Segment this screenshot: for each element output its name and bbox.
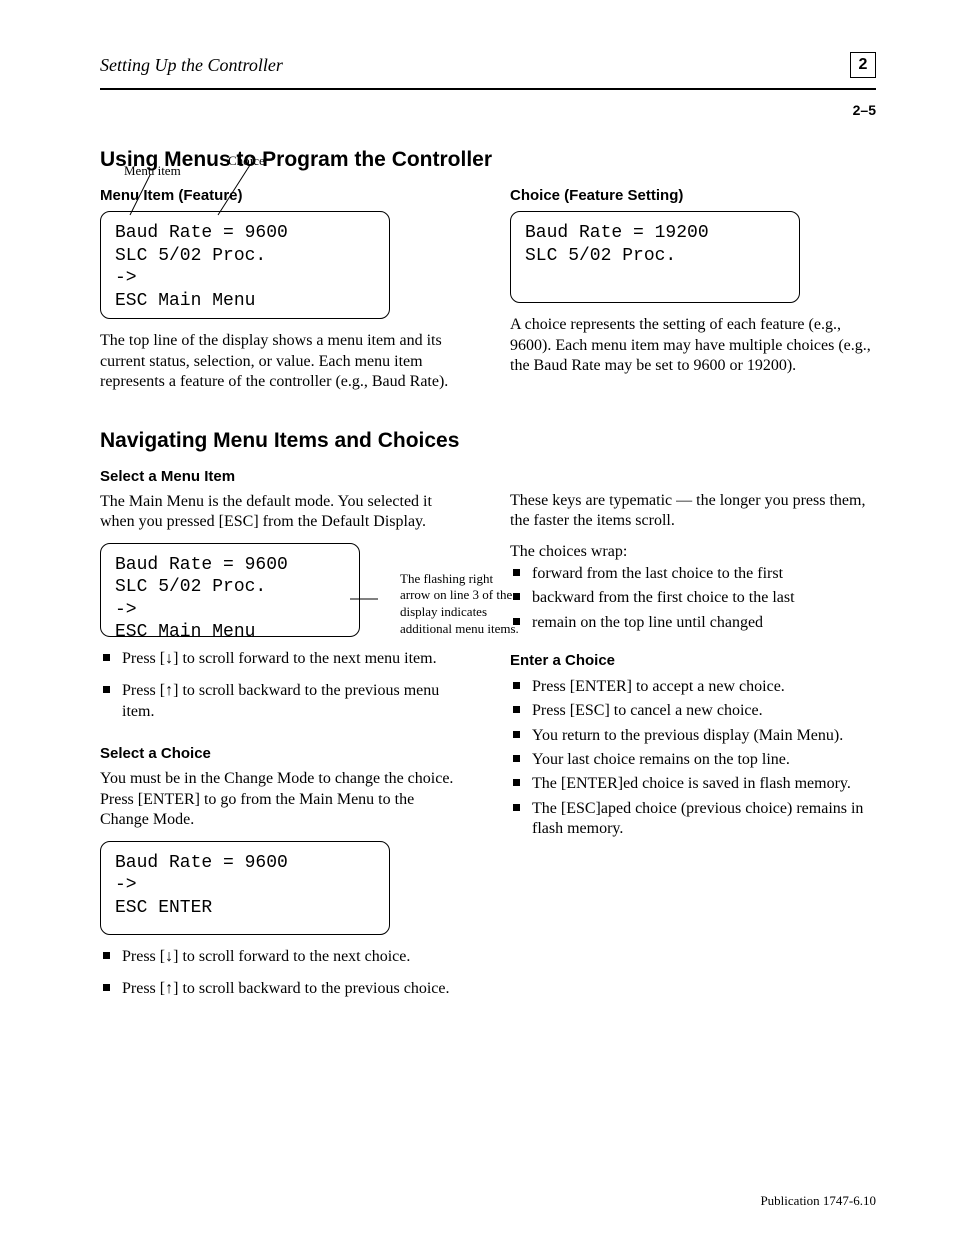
para-choice: A choice represents the setting of each … bbox=[510, 315, 876, 376]
list-item: Press [↑] to scroll backward to the prev… bbox=[100, 979, 466, 999]
list-item: remain on the top line until changed bbox=[510, 613, 876, 633]
para-choices-wrap-label: The choices wrap: bbox=[510, 542, 876, 562]
section-title-navigating: Navigating Menu Items and Choices bbox=[100, 429, 876, 453]
list-item: Your last choice remains on the top line… bbox=[510, 750, 876, 770]
section-title-using-menus: Using Menus to Program the Controller bbox=[100, 148, 876, 172]
annotation-choice: Choice bbox=[228, 153, 265, 170]
bullet-list-select-menu: Press [↓] to scroll forward to the next … bbox=[100, 649, 466, 722]
para-menu-item: The top line of the display shows a menu… bbox=[100, 331, 466, 392]
header-rule bbox=[100, 88, 876, 90]
list-item: forward from the last choice to the firs… bbox=[510, 564, 876, 584]
subhead-select-choice: Select a Choice bbox=[100, 744, 466, 763]
para-select-choice-intro: You must be in the Change Mode to change… bbox=[100, 769, 466, 830]
breadcrumb: Setting Up the Controller bbox=[100, 55, 283, 76]
list-item: backward from the first choice to the la… bbox=[510, 588, 876, 608]
list-item: You return to the previous display (Main… bbox=[510, 726, 876, 746]
lcd-display-select-menu: Baud Rate = 9600 SLC 5/02 Proc. -> ESC M… bbox=[100, 543, 360, 637]
subhead-enter-choice: Enter a Choice bbox=[510, 651, 876, 670]
bullet-list-select-choice: Press [↓] to scroll forward to the next … bbox=[100, 947, 466, 1000]
list-item: Press [↓] to scroll forward to the next … bbox=[100, 947, 466, 967]
subhead-menu-item: Menu Item (Feature) bbox=[100, 186, 466, 205]
lcd-display-select-choice: Baud Rate = 9600 -> ESC ENTER bbox=[100, 841, 390, 935]
publication-footer: Publication 1747-6.10 bbox=[760, 1193, 876, 1209]
list-item: Press [↑] to scroll backward to the prev… bbox=[100, 681, 466, 722]
bullet-list-enter-choice: Press [ENTER] to accept a new choice. Pr… bbox=[510, 677, 876, 840]
list-item: The [ESC]aped choice (previous choice) r… bbox=[510, 799, 876, 840]
para-typematic: These keys are typematic — the longer yo… bbox=[510, 491, 876, 532]
page-number: 2–5 bbox=[100, 102, 876, 118]
list-item: The [ENTER]ed choice is saved in flash m… bbox=[510, 774, 876, 794]
annotation-flashing-arrow: The flashing right arrow on line 3 of th… bbox=[400, 571, 520, 638]
list-item: Press [ESC] to cancel a new choice. bbox=[510, 701, 876, 721]
subhead-choice: Choice (Feature Setting) bbox=[510, 186, 876, 205]
bullet-list-wrap: forward from the last choice to the firs… bbox=[510, 564, 876, 633]
list-item: Press [↓] to scroll forward to the next … bbox=[100, 649, 466, 669]
subhead-select-menu-item: Select a Menu Item bbox=[100, 467, 466, 486]
list-item: Press [ENTER] to accept a new choice. bbox=[510, 677, 876, 697]
annotation-menu-item: Menu item bbox=[124, 163, 181, 180]
lcd-display-choice: Baud Rate = 19200 SLC 5/02 Proc. bbox=[510, 211, 800, 303]
lcd-display-menu-item: Baud Rate = 9600 SLC 5/02 Proc. -> ESC M… bbox=[100, 211, 390, 319]
chapter-box: 2 bbox=[850, 52, 876, 78]
para-select-menu-intro: The Main Menu is the default mode. You s… bbox=[100, 492, 466, 533]
